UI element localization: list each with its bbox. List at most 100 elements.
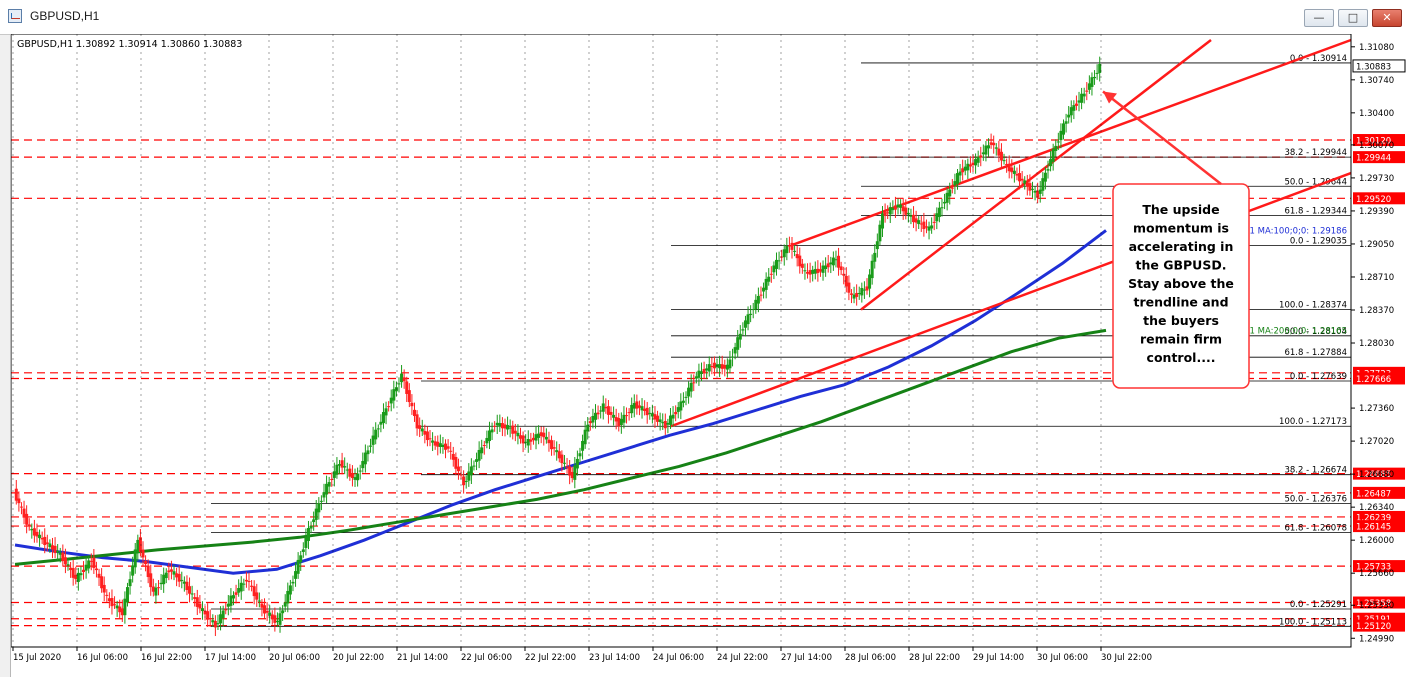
minimize-button[interactable]: — <box>1304 9 1334 27</box>
candle-body <box>363 452 367 465</box>
maximize-button[interactable]: □ <box>1338 9 1368 27</box>
candle-body <box>694 376 698 379</box>
candle-body <box>193 597 197 599</box>
candle-body <box>120 608 124 616</box>
candle-body <box>224 609 228 611</box>
candle-body <box>69 567 73 571</box>
candle-body <box>780 256 784 258</box>
candle-body <box>296 559 300 574</box>
candle-body <box>87 560 91 569</box>
candle-body <box>746 314 750 325</box>
candle-body <box>544 436 548 440</box>
candle-body <box>423 431 427 435</box>
candle-body <box>963 166 967 171</box>
candle-body <box>265 610 269 613</box>
candle-body <box>392 389 396 401</box>
candle-body <box>692 382 696 384</box>
candle-body <box>1028 183 1032 191</box>
candle-body <box>772 265 776 273</box>
candle-body <box>617 418 621 427</box>
candle-body <box>500 423 504 429</box>
candle-body <box>795 254 799 259</box>
annotation-layer: The upside momentum is accelerating in the … <box>1102 90 1250 389</box>
candle-body <box>100 576 104 589</box>
candle-body <box>519 435 523 439</box>
candle-body <box>257 600 261 602</box>
candle-body <box>1038 189 1042 194</box>
candle-body <box>503 424 507 429</box>
candle-body <box>283 602 287 607</box>
candle-body <box>327 482 331 487</box>
candle-body <box>1062 123 1066 135</box>
candle-body <box>167 570 171 573</box>
y-tick-label: 1.27360 <box>1359 404 1394 414</box>
candle-body <box>63 557 67 565</box>
candle-body <box>560 454 564 464</box>
fib-level-label: 0.0 - 1.29035 <box>1290 236 1347 246</box>
trendline <box>790 38 1352 247</box>
annotation-line: control.... <box>1147 350 1216 365</box>
candle-body <box>84 564 88 571</box>
candle-body <box>700 371 704 374</box>
candle-body <box>658 419 662 422</box>
candle-body <box>213 620 217 628</box>
candle-body <box>247 581 251 583</box>
candle-body <box>542 432 546 438</box>
candle-body <box>790 242 794 250</box>
y-tick-label: 1.26680 <box>1359 470 1394 480</box>
candle-body <box>710 366 714 368</box>
candle-body <box>58 552 62 555</box>
candle-body <box>524 441 528 443</box>
candle-body <box>177 573 181 582</box>
candle-body <box>343 466 347 468</box>
candle-body <box>172 571 176 575</box>
y-tick-label: 1.25660 <box>1359 569 1394 579</box>
candle-body <box>839 266 843 271</box>
candle-body <box>475 459 479 462</box>
candle-body <box>899 204 903 208</box>
window-titlebar[interactable]: GBPUSD,H1 — □ ✕ <box>0 0 1413 35</box>
close-button[interactable]: ✕ <box>1372 9 1402 27</box>
candle-body <box>953 181 957 186</box>
candle-body <box>552 447 556 449</box>
candle-body <box>1085 90 1089 92</box>
chart-frame: 1.301201.299441.295201.277231.276661.266… <box>10 33 1413 677</box>
candle-body <box>901 206 905 212</box>
candle-body <box>48 543 52 548</box>
candle-body <box>950 187 954 189</box>
candle-body <box>573 465 577 480</box>
price-chart[interactable]: 1.301201.299441.295201.277231.276661.266… <box>10 33 1413 677</box>
candle-body <box>301 549 305 552</box>
candle-body <box>531 437 535 441</box>
candle-body <box>138 537 142 552</box>
candle-body <box>260 603 264 608</box>
candle-body <box>912 214 916 223</box>
candle-body <box>736 337 740 350</box>
red-level-label: 1.25120 <box>1356 622 1391 632</box>
fib-level-label: 100.0 - 1.27173 <box>1279 417 1347 427</box>
candle-body <box>19 506 23 508</box>
candle-body <box>1036 190 1040 198</box>
x-tick-label: 29 Jul 14:00 <box>973 653 1024 663</box>
y-tick-label: 1.30070 <box>1359 141 1394 151</box>
candle-body <box>966 163 970 171</box>
candle-body <box>508 427 512 429</box>
candle-body <box>425 431 429 441</box>
candle-body <box>687 387 691 397</box>
y-tick-label: 1.29050 <box>1359 240 1394 250</box>
candle-body <box>712 362 716 369</box>
candle-body <box>764 278 768 290</box>
candle-body <box>875 241 879 250</box>
candle-body <box>490 429 494 433</box>
candle-body <box>1002 160 1006 162</box>
candle-body <box>785 245 789 254</box>
candle-body <box>961 168 965 173</box>
candle-body <box>149 573 153 588</box>
candle-body <box>550 440 554 450</box>
x-tick-label: 16 Jul 06:00 <box>77 653 128 663</box>
candle-body <box>728 359 732 369</box>
candle-body <box>811 269 815 274</box>
candle-body <box>319 500 323 502</box>
candle-body <box>221 610 225 619</box>
candle-body <box>1054 145 1058 152</box>
